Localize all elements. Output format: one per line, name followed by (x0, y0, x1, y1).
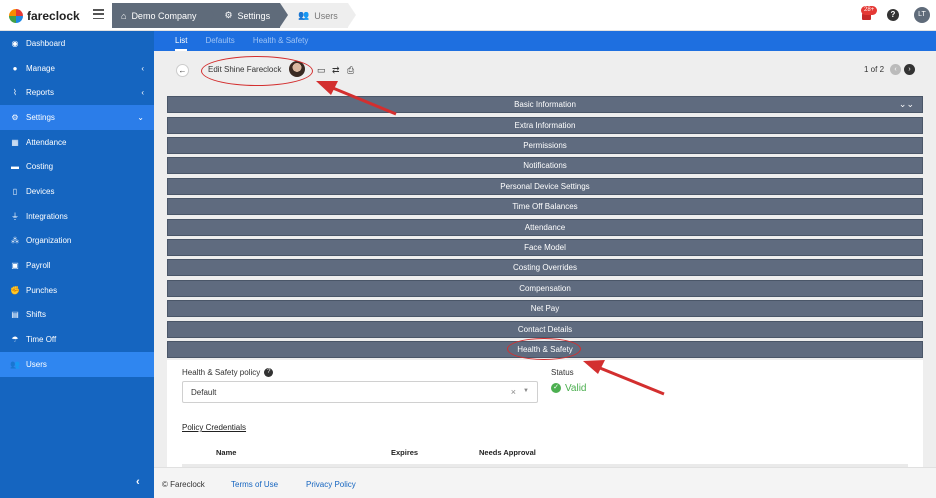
payroll-icon: ▣ (11, 261, 19, 271)
user-photo[interactable] (289, 61, 305, 77)
section-attendance[interactable]: Attendance (167, 219, 923, 236)
section-basic-information[interactable]: Basic Information ⌄⌄ (167, 96, 923, 113)
chart-icon: ⌇ (13, 88, 17, 98)
sidebar-item-time-off[interactable]: ☂ Time Off (0, 327, 154, 352)
print-icon[interactable]: ⎙ (347, 65, 354, 76)
tab-health-safety[interactable]: Health & Safety (253, 31, 309, 51)
edit-header: ← Edit Shine Fareclock ▭ ⇄ ⎙ 1 of 2 ‹ › (154, 51, 936, 91)
sidebar-item-manage[interactable]: ● Manage ‹ (0, 56, 154, 81)
section-contact-details[interactable]: Contact Details (167, 321, 923, 338)
next-page-icon[interactable]: › (904, 64, 915, 75)
health-safety-panel: Health & Safety policy? Default × ▼ Stat… (167, 360, 923, 467)
home-icon: ⌂ (121, 10, 127, 21)
sidebar-item-attendance[interactable]: ▦ Attendance (0, 130, 154, 155)
gear-icon: ⚙ (224, 10, 233, 20)
section-health-safety[interactable]: Health & Safety (167, 341, 923, 358)
pager-text: 1 of 2 (864, 65, 885, 74)
help-icon[interactable]: ? (887, 9, 899, 21)
section-net-pay[interactable]: Net Pay (167, 300, 923, 317)
tab-list[interactable]: List (175, 31, 188, 51)
logo-text: fareclock (27, 8, 80, 23)
chevron-down-icon[interactable]: ▼ (523, 388, 529, 394)
plug-icon: ⏚ (11, 211, 19, 221)
sidebar-item-punches[interactable]: ✊ Punches (0, 278, 154, 303)
back-arrow-icon[interactable]: ← (176, 64, 189, 77)
privacy-policy-link[interactable]: Privacy Policy (306, 480, 356, 489)
sidebar-item-dashboard[interactable]: ◉ Dashboard (0, 31, 154, 56)
section-extra-information[interactable]: Extra Information (167, 117, 923, 134)
check-circle-icon: ✓ (551, 383, 561, 394)
breadcrumb-company[interactable]: ⌂ Demo Company (112, 3, 215, 28)
org-icon: ⁂ (11, 236, 19, 246)
section-personal-device-settings[interactable]: Personal Device Settings (167, 178, 923, 195)
user-avatar[interactable]: LT (914, 7, 930, 23)
section-time-off-balances[interactable]: Time Off Balances (167, 198, 923, 215)
attendance-icon: ▦ (11, 137, 19, 147)
tab-defaults[interactable]: Defaults (205, 31, 234, 51)
person-icon: ● (12, 63, 18, 73)
section-compensation[interactable]: Compensation (167, 280, 923, 297)
beach-icon: ☂ (11, 335, 19, 345)
status-value: ✓ Valid (551, 383, 587, 394)
hamburger-menu-icon[interactable] (93, 9, 104, 19)
chevron-left-icon: ‹ (141, 88, 144, 98)
sidebar: ◉ Dashboard ● Manage ‹ ⌇ Reports ‹ ⚙ Settings ⌄… (0, 31, 154, 498)
top-bar: fareclock ⌂ Demo Company ⚙ Settings 👥 Us… (0, 0, 936, 31)
policy-label: Health & Safety policy? (182, 368, 274, 378)
notification-badge: 28+ (861, 6, 878, 15)
section-notifications[interactable]: Notifications (167, 157, 923, 174)
footer: © Fareclock Terms of Use Privacy Policy (154, 467, 936, 498)
chevron-left-icon: ‹ (141, 63, 144, 73)
clear-icon[interactable]: × (511, 387, 516, 397)
help-icon[interactable]: ? (264, 368, 274, 378)
column-header-needs-approval: Needs Approval (479, 448, 536, 457)
policy-select-value: Default (191, 388, 217, 397)
sidebar-item-settings[interactable]: ⚙ Settings ⌄ (0, 105, 154, 130)
users-icon: 👥 (298, 10, 310, 20)
main-content: ← Edit Shine Fareclock ▭ ⇄ ⎙ 1 of 2 ‹ › … (154, 51, 936, 467)
policy-credentials-title: Policy Credentials (182, 423, 247, 432)
collapse-sidebar-icon[interactable]: ‹ (136, 476, 140, 488)
column-header-name: Name (216, 448, 237, 457)
dashboard-icon: ◉ (11, 38, 19, 48)
section-face-model[interactable]: Face Model (167, 239, 923, 256)
prev-page-icon[interactable]: ‹ (890, 64, 901, 75)
logo-icon (9, 8, 23, 23)
punch-icon: ✊ (10, 285, 20, 295)
device-icon: ▯ (12, 186, 18, 196)
breadcrumb-settings[interactable]: ⚙ Settings (206, 3, 288, 28)
sidebar-item-shifts[interactable]: ▤ Shifts (0, 303, 154, 328)
sidebar-item-users[interactable]: 👥 Users (0, 351, 154, 377)
logo[interactable]: fareclock (9, 7, 80, 24)
breadcrumb: ⌂ Demo Company ⚙ Settings 👥 Users (112, 3, 356, 28)
users-icon: 👥 (10, 359, 20, 369)
terms-of-use-link[interactable]: Terms of Use (231, 480, 278, 489)
costing-icon: ▬ (11, 162, 19, 172)
collapse-all-icon[interactable]: ⌄⌄ (899, 97, 914, 112)
transfer-icon[interactable]: ⇄ (332, 65, 340, 76)
app-window: fareclock ⌂ Demo Company ⚙ Settings 👥 Us… (0, 0, 936, 498)
tab-bar: List Defaults Health & Safety (154, 31, 936, 51)
sidebar-item-reports[interactable]: ⌇ Reports ‹ (0, 80, 154, 105)
sidebar-item-devices[interactable]: ▯ Devices (0, 179, 154, 204)
status-label: Status (551, 368, 574, 377)
copyright-text: © Fareclock (162, 480, 205, 489)
policy-select[interactable]: Default × ▼ (182, 381, 538, 403)
calendar-icon: ▤ (11, 310, 19, 320)
gear-icon: ⚙ (11, 112, 19, 122)
section-permissions[interactable]: Permissions (167, 137, 923, 154)
id-card-icon[interactable]: ▭ (317, 65, 326, 76)
page-title: Edit Shine Fareclock (208, 65, 282, 74)
sidebar-item-payroll[interactable]: ▣ Payroll (0, 253, 154, 278)
breadcrumb-users: 👥 Users (280, 3, 356, 28)
chevron-down-icon: ⌄ (137, 113, 144, 123)
column-header-expires: Expires (391, 448, 419, 457)
section-costing-overrides[interactable]: Costing Overrides (167, 259, 923, 276)
sidebar-item-organization[interactable]: ⁂ Organization (0, 229, 154, 254)
sidebar-item-costing[interactable]: ▬ Costing (0, 154, 154, 179)
sidebar-item-integrations[interactable]: ⏚ Integrations (0, 204, 154, 229)
